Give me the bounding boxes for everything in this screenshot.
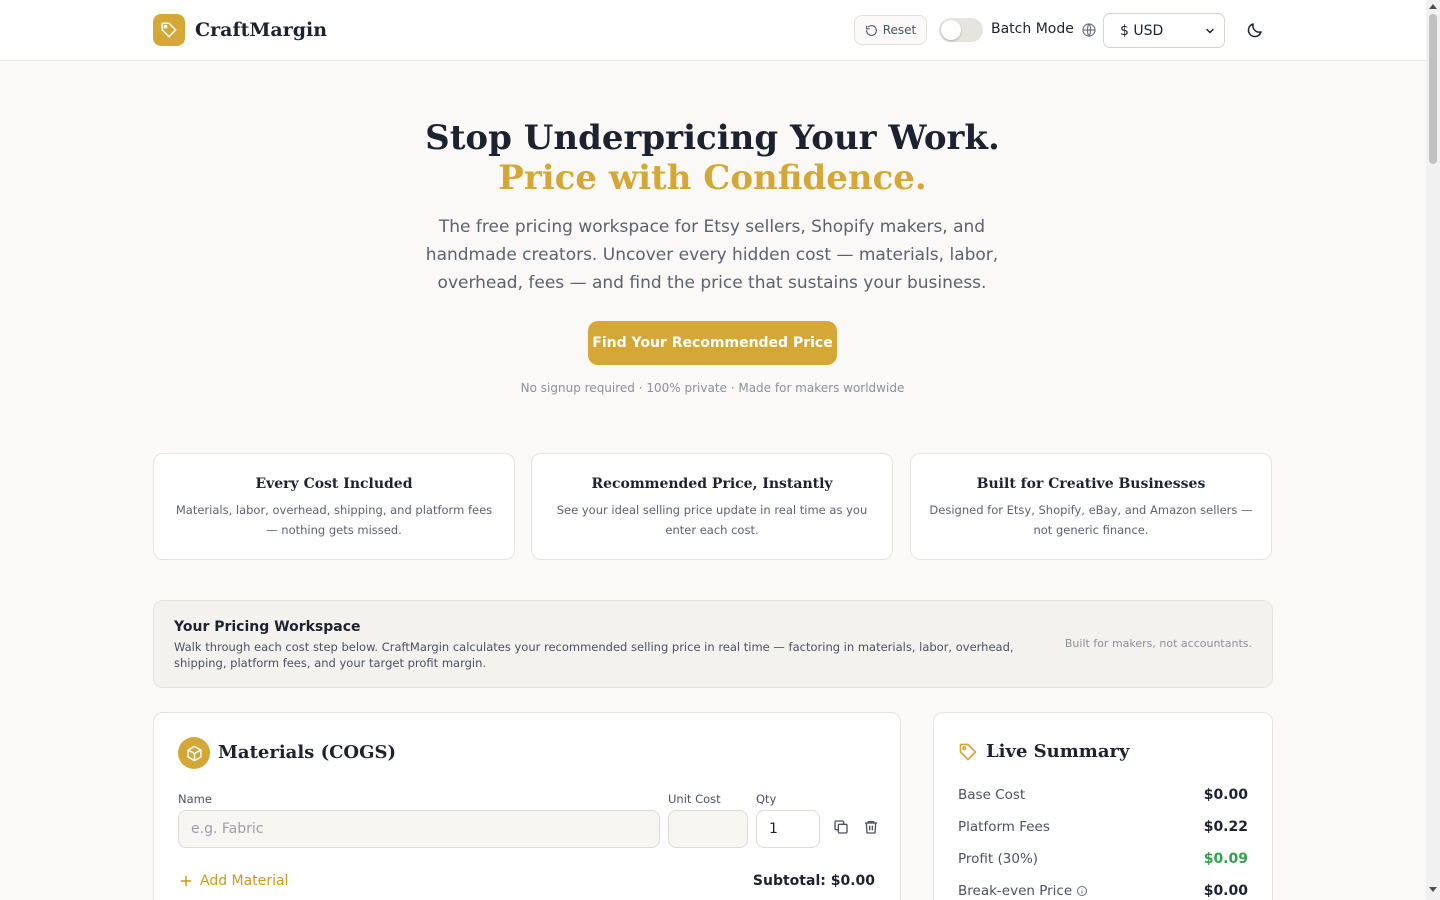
summary-title: Live Summary bbox=[986, 741, 1130, 762]
reset-label: Reset bbox=[882, 23, 917, 37]
scroll-thumb[interactable] bbox=[1429, 14, 1437, 164]
summary-row-platform-fees: Platform Fees $0.22 bbox=[958, 819, 1248, 835]
hero-title: Stop Underpricing Your Work. Price with … bbox=[380, 118, 1045, 198]
summary-row-base-cost: Base Cost $0.00 bbox=[958, 787, 1248, 803]
chevron-down-icon bbox=[1206, 28, 1214, 34]
reset-button[interactable]: Reset bbox=[854, 15, 927, 45]
summary-value: $0.00 bbox=[1203, 787, 1248, 803]
hero-title-main: Stop Underpricing Your Work. bbox=[425, 118, 1000, 158]
hero-subtitle: The free pricing workspace for Etsy sell… bbox=[425, 217, 999, 293]
currency-value: $ USD bbox=[1120, 22, 1164, 39]
batch-mode-label: Batch Mode bbox=[991, 21, 1074, 37]
summary-label-wrap: Break-even Price bbox=[958, 883, 1088, 899]
feature-text: Designed for Etsy, Shopify, eBay, and Am… bbox=[929, 503, 1253, 537]
summary-label: Base Cost bbox=[958, 787, 1026, 803]
summary-label: Profit (30%) bbox=[958, 851, 1039, 867]
unit-cost-label: Unit Cost bbox=[668, 792, 721, 806]
scroll-up-arrow[interactable] bbox=[1429, 4, 1437, 9]
summary-header: Live Summary bbox=[958, 741, 1129, 762]
materials-subtotal: Subtotal: $0.00 bbox=[752, 873, 875, 889]
toggle-knob bbox=[941, 20, 961, 40]
duplicate-icon[interactable] bbox=[833, 819, 849, 835]
feature-text: See your ideal selling price update in r… bbox=[556, 503, 868, 537]
live-summary-panel: Live Summary Base Cost $0.00 Platform Fe… bbox=[933, 712, 1273, 900]
workspace-side-note: Built for makers, not accountants. bbox=[1064, 637, 1252, 650]
summary-row-break-even: Break-even Price $0.00 bbox=[958, 883, 1248, 899]
feature-title: Built for Creative Businesses bbox=[976, 476, 1206, 492]
currency-select[interactable]: $ USD bbox=[1103, 13, 1225, 48]
material-name-input[interactable]: e.g. Fabric bbox=[178, 810, 660, 848]
trash-icon[interactable] bbox=[863, 819, 879, 835]
add-material-button[interactable]: Add Material bbox=[179, 873, 288, 889]
summary-label: Break-even Price bbox=[958, 883, 1073, 899]
price-tag-icon bbox=[959, 743, 977, 760]
find-price-button[interactable]: Find Your Recommended Price bbox=[588, 321, 837, 365]
plus-icon bbox=[180, 875, 192, 887]
workspace-banner: Your Pricing Workspace Walk through each… bbox=[153, 600, 1273, 688]
feature-card: Every Cost Included Materials, labor, ov… bbox=[153, 453, 515, 560]
summary-value: $0.09 bbox=[1203, 851, 1248, 867]
info-icon[interactable] bbox=[1076, 885, 1088, 897]
brand-name: CraftMargin bbox=[195, 19, 328, 41]
qty-label: Qty bbox=[756, 792, 777, 806]
brand[interactable]: CraftMargin bbox=[153, 14, 327, 46]
qty-input[interactable]: 1 bbox=[756, 810, 820, 848]
materials-title: Materials (COGS) bbox=[218, 742, 396, 763]
summary-label: Platform Fees bbox=[958, 819, 1050, 835]
materials-panel: Materials (COGS) Name Unit Cost Qty e.g.… bbox=[153, 712, 901, 900]
undo-icon bbox=[865, 24, 877, 36]
feature-title: Recommended Price, Instantly bbox=[591, 476, 833, 492]
box-icon bbox=[178, 737, 210, 769]
hero-note: No signup required · 100% private · Made… bbox=[520, 381, 905, 395]
batch-mode-toggle[interactable] bbox=[939, 18, 983, 42]
page-scrollbar[interactable] bbox=[1426, 0, 1440, 900]
hero-title-accent: Price with Confidence. bbox=[498, 158, 927, 198]
add-material-label: Add Material bbox=[200, 873, 289, 889]
feature-text: Materials, labor, overhead, shipping, an… bbox=[175, 503, 493, 537]
unit-cost-input[interactable] bbox=[668, 810, 748, 848]
workspace-text: Walk through each cost step below. Craft… bbox=[174, 640, 1014, 670]
feature-card: Built for Creative Businesses Designed f… bbox=[910, 453, 1272, 560]
feature-card: Recommended Price, Instantly See your id… bbox=[531, 453, 893, 560]
workspace-title: Your Pricing Workspace bbox=[174, 619, 361, 635]
feature-title: Every Cost Included bbox=[255, 476, 413, 492]
name-label: Name bbox=[178, 792, 212, 806]
price-tag-icon bbox=[153, 14, 185, 46]
summary-value: $0.22 bbox=[1203, 819, 1248, 835]
moon-icon[interactable] bbox=[1246, 21, 1264, 39]
scroll-down-arrow[interactable] bbox=[1429, 887, 1437, 892]
summary-row-profit: Profit (30%) $0.09 bbox=[958, 851, 1248, 867]
globe-icon bbox=[1082, 23, 1096, 37]
summary-value: $0.00 bbox=[1203, 883, 1248, 899]
top-header: CraftMargin Reset Batch Mode $ USD bbox=[0, 0, 1426, 61]
